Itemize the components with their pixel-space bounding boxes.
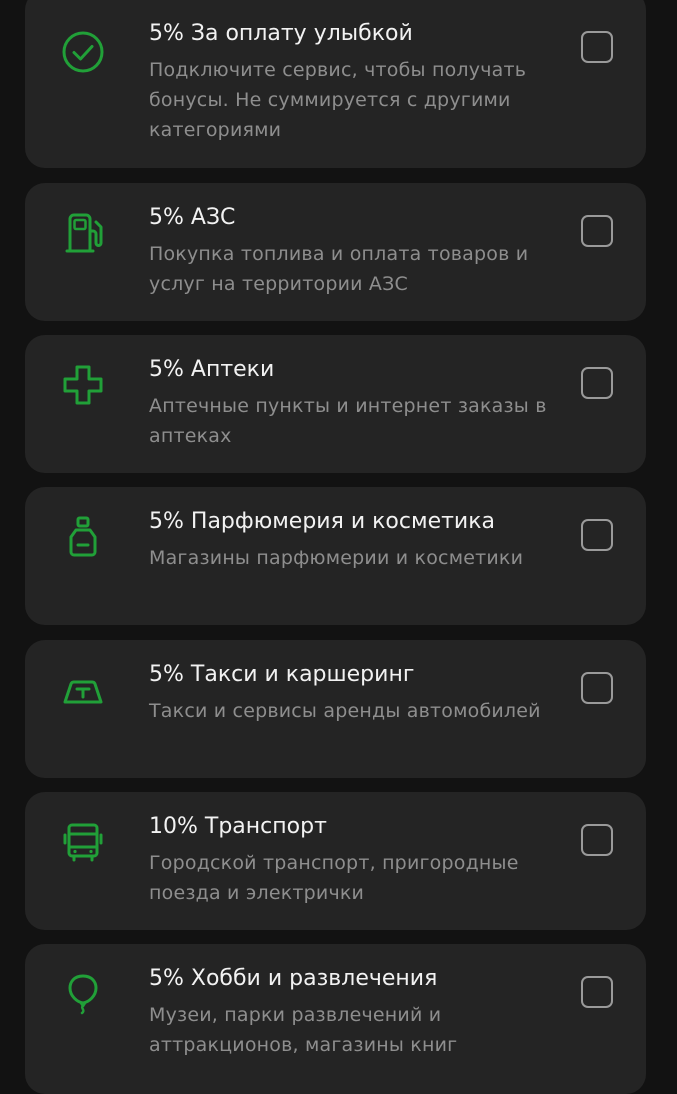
category-checkbox[interactable] xyxy=(581,519,613,551)
check-circle-icon xyxy=(61,30,105,74)
category-card-perfume-cosmetics[interactable]: 5% Парфюмерия и косметика Магазины парфю… xyxy=(25,487,646,625)
category-title: 5% Аптеки xyxy=(149,357,275,382)
category-title: 5% За оплату улыбкой xyxy=(149,21,413,46)
category-title: 10% Транспорт xyxy=(149,814,327,839)
category-text: 10% Транспорт Городской транспорт, приго… xyxy=(149,812,559,908)
category-card-hobby-entertainment[interactable]: 5% Хобби и развлечения Музеи, парки разв… xyxy=(25,944,646,1094)
category-text: 5% Такси и каршеринг Такси и сервисы аре… xyxy=(149,660,559,726)
category-text: 5% Аптеки Аптечные пункты и интернет зак… xyxy=(149,355,559,451)
category-title: 5% АЗС xyxy=(149,205,236,230)
medical-cross-icon xyxy=(61,363,105,407)
category-description: Подключите сервис, чтобы получать бонусы… xyxy=(149,59,527,141)
category-text: 5% Парфюмерия и косметика Магазины парфю… xyxy=(149,507,559,573)
category-checkbox[interactable] xyxy=(581,31,613,63)
category-description: Такси и сервисы аренды автомобилей xyxy=(149,700,541,722)
category-text: 5% Хобби и развлечения Музеи, парки разв… xyxy=(149,964,559,1060)
category-checkbox[interactable] xyxy=(581,976,613,1008)
category-checkbox[interactable] xyxy=(581,367,613,399)
fuel-pump-icon xyxy=(61,211,105,255)
category-card-transport[interactable]: 10% Транспорт Городской транспорт, приго… xyxy=(25,792,646,930)
category-description: Городской транспорт, пригородные поезда … xyxy=(149,852,519,904)
category-checkbox[interactable] xyxy=(581,824,613,856)
category-description: Музеи, парки развлечений и аттракционов,… xyxy=(149,1004,458,1056)
category-description: Аптечные пункты и интернет заказы в апте… xyxy=(149,395,547,447)
category-card-taxi-carsharing[interactable]: 5% Такси и каршеринг Такси и сервисы аре… xyxy=(25,640,646,778)
category-card-smile-payment[interactable]: 5% За оплату улыбкой Подключите сервис, … xyxy=(25,0,646,168)
category-description: Магазины парфюмерии и косметики xyxy=(149,547,524,569)
bus-icon xyxy=(61,820,105,864)
perfume-bottle-icon xyxy=(61,515,105,559)
category-title: 5% Такси и каршеринг xyxy=(149,662,415,687)
category-card-pharmacies[interactable]: 5% Аптеки Аптечные пункты и интернет зак… xyxy=(25,335,646,473)
category-text: 5% АЗС Покупка топлива и оплата товаров … xyxy=(149,203,559,299)
category-card-gas-stations[interactable]: 5% АЗС Покупка топлива и оплата товаров … xyxy=(25,183,646,321)
category-checkbox[interactable] xyxy=(581,672,613,704)
category-title: 5% Хобби и развлечения xyxy=(149,966,438,991)
taxi-sign-icon xyxy=(61,668,105,712)
category-checkbox[interactable] xyxy=(581,215,613,247)
category-title: 5% Парфюмерия и косметика xyxy=(149,509,495,534)
balloon-icon xyxy=(61,972,105,1016)
category-text: 5% За оплату улыбкой Подключите сервис, … xyxy=(149,19,559,145)
category-description: Покупка топлива и оплата товаров и услуг… xyxy=(149,243,529,295)
